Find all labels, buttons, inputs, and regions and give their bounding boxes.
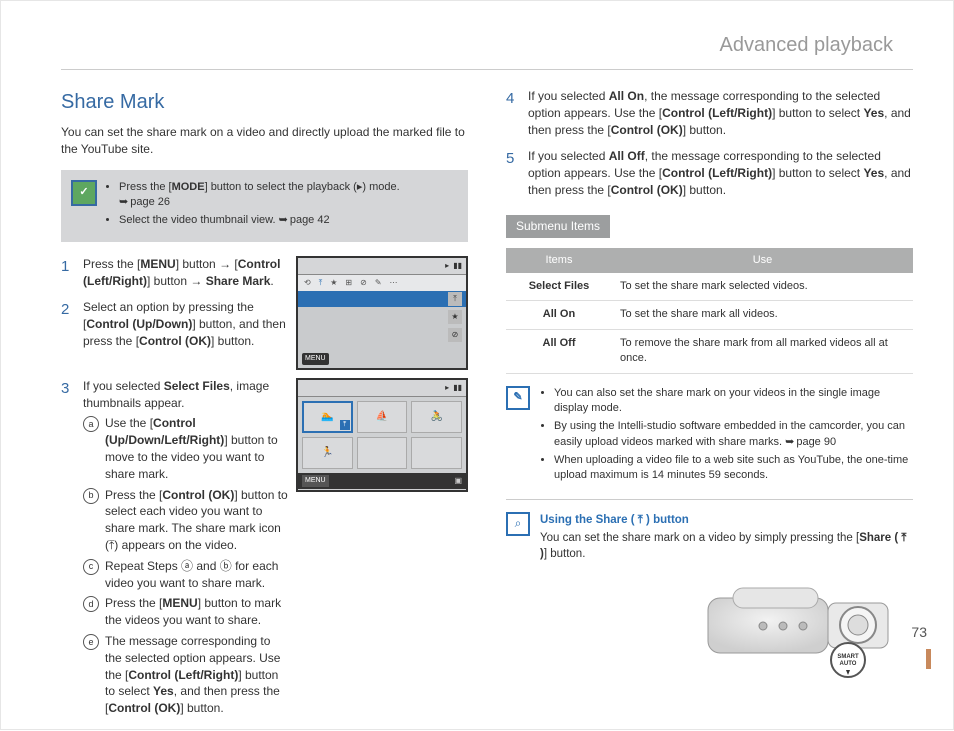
step-5: 5 If you selected All Off, the message c… bbox=[506, 148, 913, 198]
note-item: You can also set the share mark on your … bbox=[554, 386, 913, 417]
thumbnail-grid: 🏊⤒ ⛵ 🚴 🏃 bbox=[298, 397, 466, 473]
thumbnail: 🏃 bbox=[302, 437, 353, 469]
menu-tag: MENU bbox=[302, 353, 329, 365]
page-title: Advanced playback bbox=[61, 31, 893, 59]
note-item: By using the Intelli-studio software emb… bbox=[554, 419, 913, 450]
table-row: All OnTo set the share mark all videos. bbox=[506, 301, 913, 329]
chapter-tab bbox=[926, 649, 931, 669]
table-header: Items bbox=[506, 248, 612, 273]
step-3: 3 If you selected Select Files, image th… bbox=[61, 378, 288, 721]
substep-e: eThe message corresponding to the select… bbox=[83, 633, 288, 717]
divider bbox=[61, 69, 913, 70]
lcd-topbar: ▸ ▮▮ bbox=[298, 380, 466, 397]
screen-illustration-thumbnails: ▸ ▮▮ 🏊⤒ ⛵ 🚴 🏃 MENU ▣ bbox=[296, 378, 468, 492]
note-icon: ✎ bbox=[506, 386, 530, 410]
substep-d: dPress the [MENU] button to mark the vid… bbox=[83, 595, 288, 629]
lcd-selected-row bbox=[298, 291, 466, 307]
page-ref-arrow-icon: page 26 bbox=[119, 196, 170, 208]
share-button-box: ⌕ Using the Share ( ⤒ ) button You can s… bbox=[506, 512, 913, 562]
tip-item: Select the video thumbnail view. page 42 bbox=[119, 213, 456, 228]
notes-box: ✎ You can also set the share mark on you… bbox=[506, 386, 913, 500]
step-2: 2 Select an option by pressing the [Cont… bbox=[61, 299, 288, 349]
share-box-body: You can set the share mark on a video by… bbox=[540, 530, 913, 562]
two-column-layout: Share Mark You can set the share mark on… bbox=[61, 88, 913, 731]
step-4: 4 If you selected All On, the message co… bbox=[506, 88, 913, 138]
svg-text:AUTO: AUTO bbox=[840, 661, 857, 667]
play-icon: ▸ bbox=[445, 382, 449, 393]
substep-a: aUse the [Control (Up/Down/Left/Right)] … bbox=[83, 415, 288, 482]
section-heading: Share Mark bbox=[61, 88, 468, 116]
substep-c: cRepeat Steps ⓐ and ⓑ for each video you… bbox=[83, 558, 288, 592]
thumbnail: 🚴 bbox=[411, 401, 462, 433]
prerequisite-box: ✓ Press the [MODE] button to select the … bbox=[61, 170, 468, 242]
table-header-row: Items Use bbox=[506, 248, 913, 273]
lcd-side-icons: ⤒★⊘ bbox=[448, 292, 462, 342]
page-number: 73 bbox=[911, 623, 927, 643]
tip-item: Press the [MODE] button to select the pl… bbox=[119, 180, 456, 211]
lcd-topbar: ▸ ▮▮ bbox=[298, 258, 466, 275]
lcd-tab-strip: ⟲⤒★⊞⊘✎⋯ bbox=[298, 275, 466, 291]
check-icon: ✓ bbox=[71, 180, 97, 206]
manual-page: Advanced playback Share Mark You can set… bbox=[0, 0, 954, 730]
smart-auto-label: SMART bbox=[837, 654, 859, 660]
page-ref-arrow-icon: page 42 bbox=[279, 214, 330, 226]
battery-icon: ▮▮ bbox=[453, 260, 462, 271]
thumbnail: ⛵ bbox=[357, 401, 408, 433]
share-box-title: Using the Share ( ⤒ ) button bbox=[540, 512, 913, 528]
play-icon: ▸ bbox=[445, 260, 449, 271]
left-column: Share Mark You can set the share mark on… bbox=[61, 88, 468, 731]
thumbnail bbox=[411, 437, 462, 469]
menu-tag: MENU bbox=[302, 475, 329, 487]
share-mark-icon: ⤒ bbox=[340, 420, 350, 430]
magnifier-icon: ⌕ bbox=[506, 512, 530, 536]
right-column: 4 If you selected All On, the message co… bbox=[506, 88, 913, 731]
table-row: Select FilesTo set the share mark select… bbox=[506, 273, 913, 301]
ok-icon: ▣ bbox=[454, 475, 462, 486]
thumbnail bbox=[357, 437, 408, 469]
thumbnail: 🏊⤒ bbox=[302, 401, 353, 433]
intro-text: You can set the share mark on a video an… bbox=[61, 124, 468, 158]
substep-list: aUse the [Control (Up/Down/Left/Right)] … bbox=[83, 415, 288, 717]
step-1: 1 Press the [MENU] button → [Control (Le… bbox=[61, 256, 288, 290]
submenu-table: Items Use Select FilesTo set the share m… bbox=[506, 248, 913, 374]
substep-b: bPress the [Control (OK)] button to sele… bbox=[83, 487, 288, 554]
page-ref-arrow-icon: page 90 bbox=[785, 436, 836, 448]
lcd-bottom-strip: MENU ▣ bbox=[298, 473, 466, 489]
note-item: When uploading a video file to a web sit… bbox=[554, 453, 913, 484]
camcorder-illustration: SMART AUTO bbox=[506, 568, 913, 683]
table-header: Use bbox=[612, 248, 913, 273]
table-row: All OffTo remove the share mark from all… bbox=[506, 329, 913, 373]
screen-illustration-menu: ▸ ▮▮ ⟲⤒★⊞⊘✎⋯ ⤒★⊘ MENU bbox=[296, 256, 468, 370]
submenu-heading: Submenu Items bbox=[506, 215, 610, 238]
battery-icon: ▮▮ bbox=[453, 382, 462, 393]
